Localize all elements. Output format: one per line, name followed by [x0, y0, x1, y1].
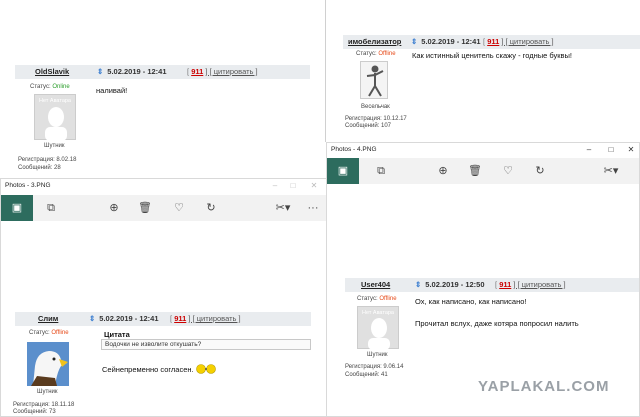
eagle-avatar-icon	[27, 342, 69, 386]
user-rank: Весельчак	[361, 104, 390, 110]
user-status: Статус: Offline	[357, 296, 397, 302]
post-number-link[interactable]: 911	[499, 280, 511, 289]
post-date: ⇕ 5.02.2019 - 12:41	[97, 67, 167, 76]
post-number: [ 911 ] [ цитировать ]	[187, 67, 258, 76]
post-header: User404 ⇕ 5.02.2019 - 12:50 [ 911 ] [ цит…	[345, 278, 639, 292]
photos-window-3: Photos - 3.PNG – □ ✕ ▣ ⧉ ⊕ 🗑 ♡ ↻ ✂▾ ··· …	[0, 178, 328, 417]
post-link-icon[interactable]: ⇕	[415, 280, 421, 289]
post-link-icon[interactable]: ⇕	[89, 314, 95, 323]
post-header: имобелизатор ⇕ 5.02.2019 - 12:41 [ 911 ] …	[343, 35, 640, 49]
post-header: Слим ⇕ 5.02.2019 - 12:41 [ 911 ] [ цитиро…	[15, 312, 311, 326]
post-link-icon[interactable]: ⇕	[411, 37, 417, 46]
dancing-figure-icon	[366, 65, 384, 97]
watermark: YAPLAKAL.COM	[478, 378, 610, 395]
user-rank: Шутник	[44, 143, 65, 149]
post-body: наливай!	[96, 86, 128, 95]
quote-link[interactable]: ] [ цитировать ]	[513, 280, 565, 289]
user-status: Статус: Online	[30, 84, 70, 90]
avatar	[27, 342, 69, 386]
delete-icon[interactable]: 🗑	[465, 158, 485, 184]
post-number: [ 911 ] [ цитировать ]	[170, 314, 241, 323]
user-reg: Регистрация: 9.06.14	[345, 364, 404, 370]
rotate-icon[interactable]: ↻	[530, 158, 550, 184]
user-msgs: Сообщений: 107	[345, 123, 392, 129]
quote-link[interactable]: ] [ цитировать ]	[188, 314, 240, 323]
image-view-icon[interactable]: ▣	[327, 158, 359, 184]
edit-icon[interactable]: ✂▾	[271, 195, 295, 221]
slideshow-icon[interactable]: ⧉	[41, 195, 61, 221]
no-avatar-silhouette-icon	[45, 107, 67, 141]
post-number-link[interactable]: 911	[191, 67, 203, 76]
maximize-button[interactable]: □	[601, 143, 621, 157]
minimize-button[interactable]: –	[579, 143, 599, 157]
maximize-button[interactable]: □	[283, 179, 303, 193]
minimize-button[interactable]: –	[265, 179, 285, 193]
user-msgs: Сообщений: 28	[18, 165, 61, 171]
user-reg: Регистрация: 8.02.18	[18, 157, 77, 163]
post-link-icon[interactable]: ⇕	[97, 67, 103, 76]
post-number: [ 911 ] [ цитировать ]	[483, 37, 554, 46]
avatar	[360, 61, 388, 99]
quote-link[interactable]: ] [ цитировать ]	[501, 37, 553, 46]
photos-toolbar: ▣ ⧉ ⊕ 🗑 ♡ ↻ ✂▾ ···	[1, 195, 327, 221]
window-title: Photos - 4.PNG	[331, 146, 377, 153]
post-header: OldSlavik ⇕ 5.02.2019 - 12:41 [ 911 ] [ ц…	[15, 65, 310, 79]
favorite-icon[interactable]: ♡	[169, 195, 189, 221]
favorite-icon[interactable]: ♡	[498, 158, 518, 184]
quote-title: Цитата	[104, 330, 130, 339]
edit-icon[interactable]: ✂▾	[599, 158, 623, 184]
user-msgs: Сообщений: 41	[345, 372, 388, 378]
more-icon[interactable]: ···	[303, 195, 323, 221]
user-nick[interactable]: имобелизатор	[348, 35, 401, 49]
window-divider	[325, 0, 326, 142]
post-body-line-1: Ох, как написано, как написано!	[415, 297, 527, 306]
user-nick[interactable]: Слим	[38, 312, 58, 326]
window-title: Photos - 3.PNG	[5, 182, 51, 189]
user-rank: Шутник	[37, 389, 58, 395]
post-date: ⇕ 5.02.2019 - 12:50	[415, 280, 485, 289]
desktop: OldSlavik ⇕ 5.02.2019 - 12:41 [ 911 ] [ ц…	[0, 0, 640, 417]
post-number-link[interactable]: 911	[174, 314, 186, 323]
user-msgs: Сообщений: 73	[13, 409, 56, 415]
post-number-link[interactable]: 911	[487, 37, 499, 46]
close-button[interactable]: ✕	[304, 179, 324, 193]
no-avatar-silhouette-icon	[368, 318, 390, 350]
post-number: [ 911 ] [ цитировать ]	[495, 280, 566, 289]
photos-toolbar: ▣ ⧉ ⊕ 🗑 ♡ ↻ ✂▾	[327, 158, 639, 184]
photos-window-4: Photos - 4.PNG – □ ✕ ▣ ⧉ ⊕ 🗑 ♡ ↻ ✂▾ User…	[326, 142, 640, 417]
zoom-in-icon[interactable]: ⊕	[433, 158, 453, 184]
user-status: Статус: Offline	[29, 330, 69, 336]
avatar: Нет Аватара	[357, 306, 399, 350]
zoom-in-icon[interactable]: ⊕	[104, 195, 124, 221]
slideshow-icon[interactable]: ⧉	[371, 158, 391, 184]
close-button[interactable]: ✕	[621, 143, 640, 157]
post-date: ⇕ 5.02.2019 - 12:41	[411, 37, 481, 46]
delete-icon[interactable]: 🗑	[135, 195, 155, 221]
smile-drink-icon	[195, 364, 216, 376]
post-body: Сейнепременно согласен.	[102, 364, 216, 376]
post-date: ⇕ 5.02.2019 - 12:41	[89, 314, 159, 323]
image-view-icon[interactable]: ▣	[1, 195, 33, 221]
rotate-icon[interactable]: ↻	[201, 195, 221, 221]
quote-box: Водочки не изволите откушать?	[101, 339, 311, 350]
user-nick[interactable]: User404	[361, 278, 390, 292]
quote-link[interactable]: ] [ цитировать ]	[205, 67, 257, 76]
user-rank: Шутник	[367, 352, 388, 358]
post-body: Как истинный ценитель скажу - годные бук…	[412, 51, 573, 60]
user-nick[interactable]: OldSlavik	[35, 65, 69, 79]
user-status: Статус: Offline	[356, 51, 396, 57]
avatar: Нет Аватара	[34, 94, 76, 141]
post-body-line-2: Прочитал вслух, даже котяра попросил нал…	[415, 319, 579, 328]
